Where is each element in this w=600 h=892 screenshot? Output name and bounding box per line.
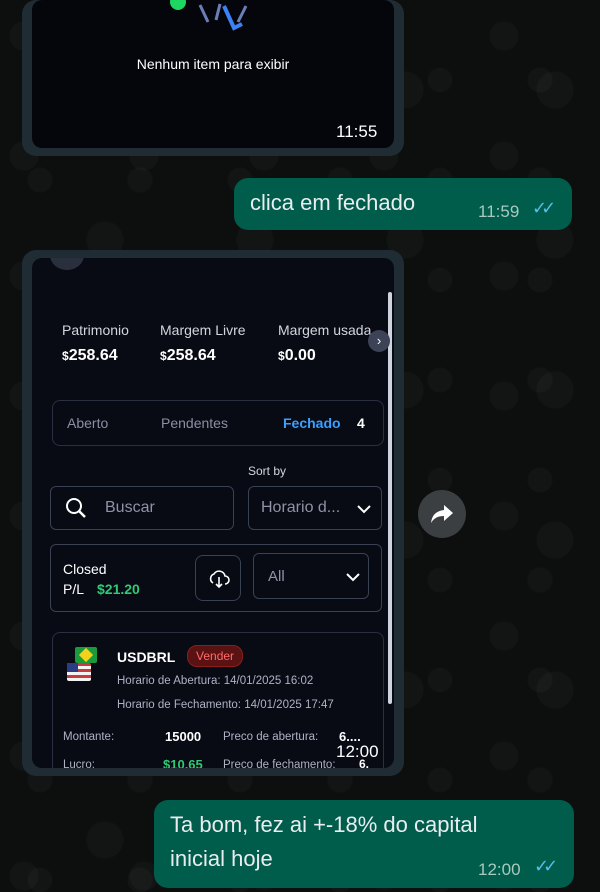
message-text: clica em fechado	[250, 190, 416, 215]
download-button[interactable]	[195, 555, 241, 601]
filter-select[interactable]: All	[253, 553, 369, 599]
sell-badge: Vender	[187, 645, 244, 667]
message-time: 11:59	[478, 202, 520, 221]
forward-icon	[431, 505, 453, 523]
profit-label: Lucro:	[63, 759, 95, 768]
summary-value-used-margin: $0.00	[278, 347, 316, 364]
closed-label: Closed	[63, 561, 107, 577]
empty-state-illustration	[170, 0, 248, 31]
trade-card[interactable]: USDBRL Vender Horario de Abertura: 14/01…	[52, 632, 384, 768]
search-placeholder: Buscar	[105, 499, 155, 516]
summary-value-free-margin: $258.64	[160, 347, 216, 364]
sort-select[interactable]: Horario d...	[248, 486, 382, 530]
message-time: 12:00	[336, 742, 379, 761]
message-time: 11:55	[336, 122, 378, 141]
sort-label: Sort by	[248, 464, 287, 478]
chevron-down-icon	[357, 505, 371, 514]
download-icon	[209, 570, 230, 589]
pl-value: $21.20	[97, 581, 140, 597]
summary-value-equity: $258.64	[62, 347, 118, 364]
forward-button[interactable]	[418, 490, 466, 538]
empty-state-text: Nenhum item para exibir	[136, 56, 290, 72]
tab-pending[interactable]: Pendentes	[161, 415, 243, 431]
amount-value: 15000	[165, 729, 202, 744]
open-time: Horario de Abertura: 14/01/2025 16:02	[117, 675, 314, 687]
outgoing-message-1[interactable]: clica em fechado 11:59 ✓✓	[234, 178, 572, 230]
image-message-2[interactable]: Patrimonio $258.64 Margem Livre $258.64 …	[22, 250, 404, 776]
chevron-right-icon[interactable]: ›	[368, 330, 390, 352]
filter-value: All	[268, 568, 285, 585]
close-time: Horario de Fechamento: 14/01/2025 17:47	[117, 699, 334, 711]
amount-label: Montante:	[63, 731, 115, 743]
sort-value: Horario d...	[261, 499, 341, 516]
close-price-label: Preco de fechamento:	[223, 759, 336, 768]
message-time: 12:00	[478, 860, 521, 879]
message-text-line-1: Ta bom, fez ai +-18% do capital	[170, 812, 478, 837]
trade-symbol: USDBRL	[117, 649, 176, 665]
search-input[interactable]: Buscar	[50, 486, 234, 530]
read-ticks-icon: ✓✓	[532, 198, 556, 218]
pl-label: P/L	[63, 581, 85, 597]
search-icon	[66, 498, 86, 518]
read-ticks-icon: ✓✓	[534, 856, 558, 876]
open-price-label: Preco de abertura:	[223, 731, 319, 743]
outgoing-message-2[interactable]: Ta bom, fez ai +-18% do capital inicial …	[154, 800, 574, 888]
summary-label-equity: Patrimonio	[62, 322, 129, 338]
flag-icon	[67, 647, 99, 685]
avatar	[50, 258, 84, 270]
message-text-line-2: inicial hoje	[170, 846, 273, 871]
image-content: Patrimonio $258.64 Margem Livre $258.64 …	[32, 258, 394, 768]
scrollbar[interactable]	[388, 292, 392, 704]
profit-value: $10.65	[163, 757, 203, 768]
summary-label-free-margin: Margem Livre	[160, 322, 246, 338]
tab-closed[interactable]: Fechado	[283, 415, 341, 431]
closed-count-badge: 4	[357, 415, 365, 431]
summary-label-used-margin: Margem usada	[278, 322, 372, 338]
tabs: Aberto Pendentes Fechado 4	[52, 400, 384, 446]
image-message-1[interactable]: Nenhum item para exibir 11:55	[22, 0, 404, 156]
tab-open[interactable]: Aberto	[67, 415, 108, 431]
closed-pl-panel: Closed P/L $21.20 All	[50, 544, 382, 612]
chevron-down-icon	[346, 573, 360, 582]
